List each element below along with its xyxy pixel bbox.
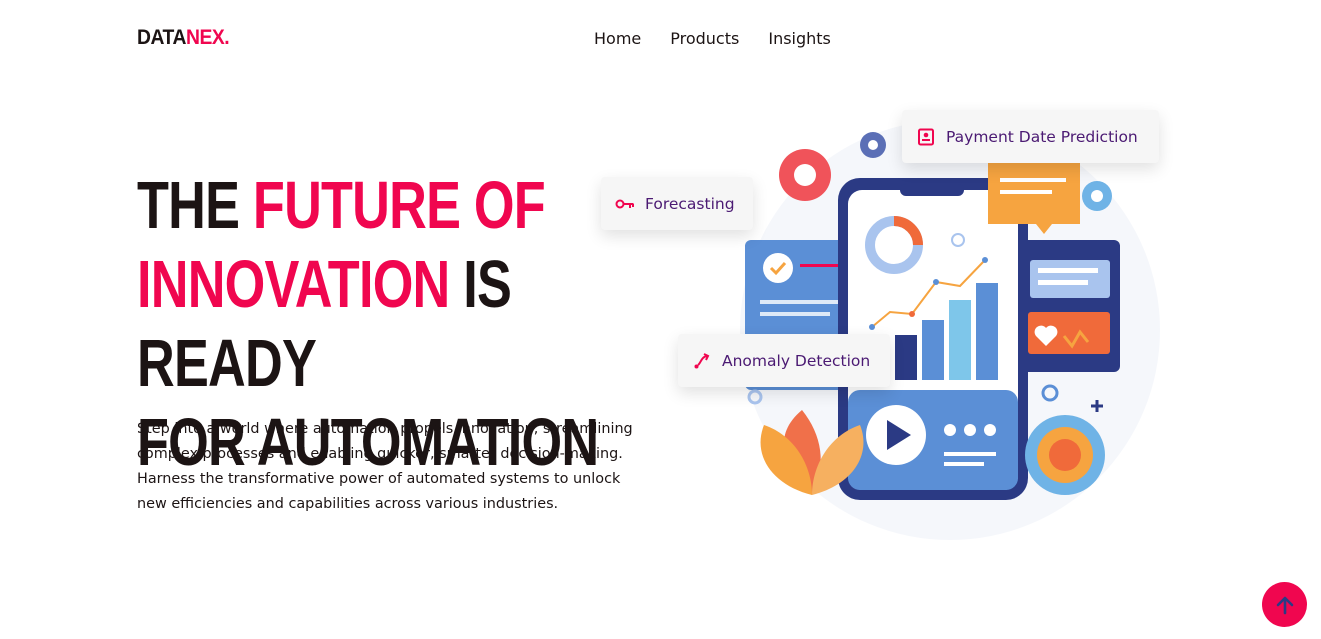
arrow-up-icon <box>1276 596 1293 614</box>
key-icon <box>615 194 635 214</box>
receipt-icon <box>916 127 936 147</box>
nav-home[interactable]: Home <box>594 29 641 48</box>
anomaly-detection-chip: Anomaly Detection <box>678 334 890 387</box>
hero-text-line2: complex processes and enabling quicker, … <box>137 446 623 462</box>
nav-insights[interactable]: Insights <box>768 29 831 48</box>
hero-title-part3: INNOVATION <box>137 247 450 322</box>
nav-products[interactable]: Products <box>670 29 739 48</box>
hero-text-line1: Step into a world where automation prope… <box>137 421 633 437</box>
anomaly-detection-label: Anomaly Detection <box>722 351 871 370</box>
hero-title-part1: THE <box>137 168 253 243</box>
forecasting-chip: Forecasting <box>601 177 753 230</box>
logo[interactable]: DATANEX. <box>137 26 230 50</box>
hero-illustration <box>740 120 1160 540</box>
payment-date-prediction-chip: Payment Date Prediction <box>902 110 1159 163</box>
trend-arrow-icon <box>692 351 712 371</box>
hero-text-line3: Harness the transformative power of auto… <box>137 471 621 487</box>
scroll-to-top-button[interactable] <box>1262 582 1307 627</box>
hero-text-line4: new efficiencies and capabilities across… <box>137 496 559 512</box>
payment-date-prediction-label: Payment Date Prediction <box>946 127 1138 146</box>
logo-main: DATA <box>137 26 186 49</box>
main-nav: Home Products Insights <box>594 29 831 48</box>
logo-accent: NEX. <box>185 26 230 49</box>
forecasting-label: Forecasting <box>645 194 735 213</box>
hero-description: Step into a world where automation prope… <box>137 417 637 517</box>
hero-title-part2: FUTURE OF <box>252 168 546 243</box>
